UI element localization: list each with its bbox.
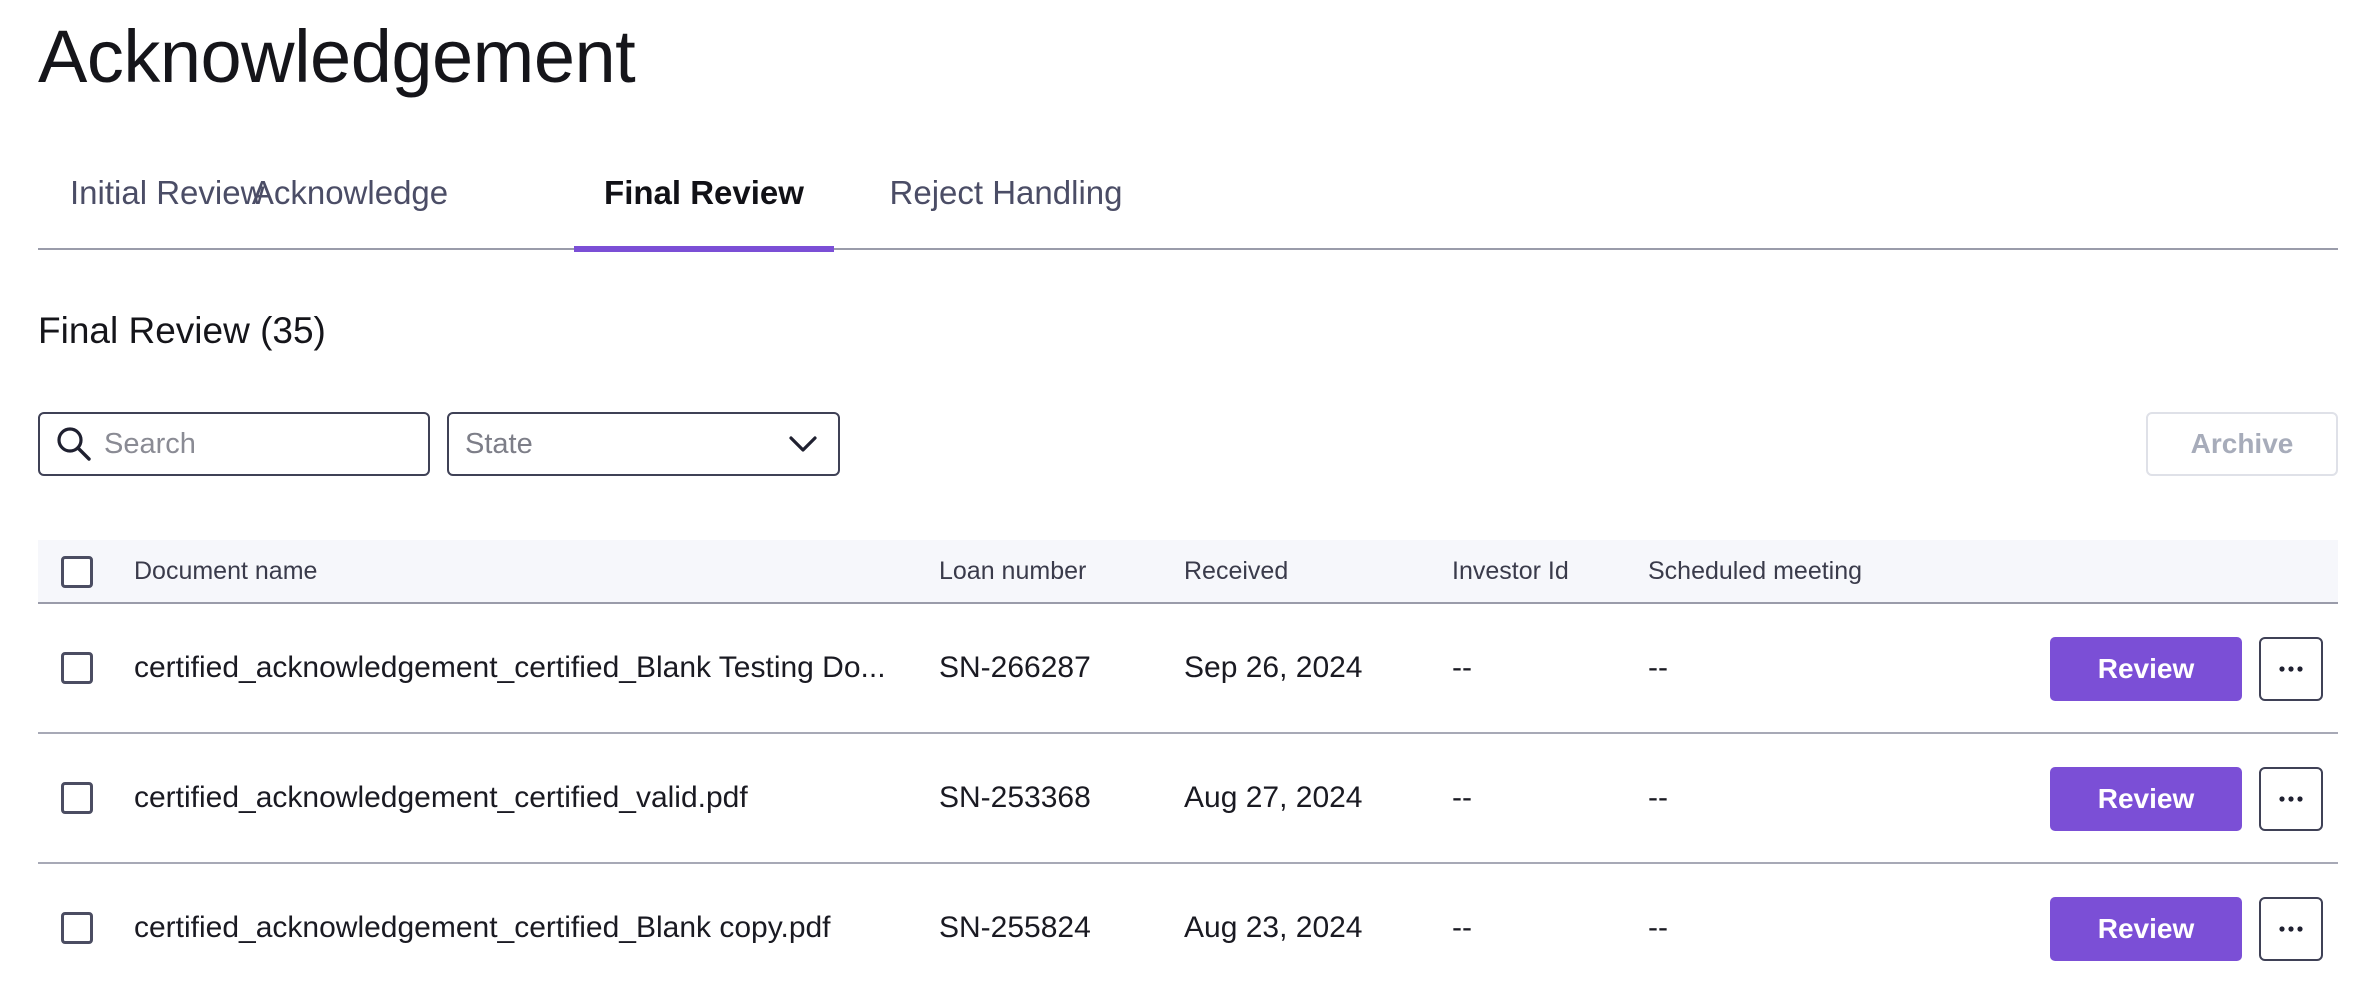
chevron-down-icon	[789, 436, 817, 452]
archive-button[interactable]: Archive	[2146, 412, 2338, 476]
loan-number-cell: SN-255824	[939, 911, 1091, 944]
state-dropdown-label: State	[465, 427, 533, 460]
search-icon	[57, 427, 91, 461]
scheduled-meeting-cell: --	[1648, 651, 1668, 684]
received-cell: Aug 23, 2024	[1184, 911, 1363, 944]
search-input[interactable]	[102, 426, 406, 462]
column-header-scheduled-meeting[interactable]: Scheduled meeting	[1648, 540, 1862, 602]
document-name-cell[interactable]: certified_acknowledgement_certified_vali…	[134, 734, 902, 862]
documents-table: Document name Loan number Received Inves…	[38, 540, 2338, 988]
review-button[interactable]: Review	[2050, 767, 2242, 831]
tab-bar: Initial Review Acknowledge Final Review …	[38, 150, 2338, 252]
scheduled-meeting-cell: --	[1648, 781, 1668, 814]
section-title: Final Review (35)	[38, 310, 326, 351]
review-button[interactable]: Review	[2050, 637, 2242, 701]
table-row: certified_acknowledgement_certified_Blan…	[38, 604, 2338, 734]
column-header-investor-id[interactable]: Investor Id	[1452, 540, 1569, 602]
review-button[interactable]: Review	[2050, 897, 2242, 961]
tab-initial-review[interactable]: Initial Review	[38, 150, 264, 250]
row-checkbox[interactable]	[61, 912, 93, 944]
investor-id-cell: --	[1452, 911, 1472, 944]
select-all-checkbox[interactable]	[61, 556, 93, 588]
more-horizontal-icon	[2279, 796, 2303, 802]
column-header-document-name[interactable]: Document name	[134, 540, 317, 602]
table-header: Document name Loan number Received Inves…	[38, 540, 2338, 604]
document-name-cell[interactable]: certified_acknowledgement_certified_Blan…	[134, 604, 902, 732]
column-header-received[interactable]: Received	[1184, 540, 1288, 602]
row-checkbox[interactable]	[61, 782, 93, 814]
more-horizontal-icon	[2279, 666, 2303, 672]
tab-reject-handling[interactable]: Reject Handling	[856, 150, 1156, 250]
state-dropdown[interactable]: State	[447, 412, 840, 476]
investor-id-cell: --	[1452, 651, 1472, 684]
row-menu-button[interactable]	[2259, 767, 2323, 831]
received-cell: Sep 26, 2024	[1184, 651, 1363, 684]
table-row: certified_acknowledgement_certified_Blan…	[38, 864, 2338, 988]
document-name-cell[interactable]: certified_acknowledgement_certified_Blan…	[134, 864, 902, 988]
column-header-loan-number[interactable]: Loan number	[939, 540, 1086, 602]
tab-acknowledge[interactable]: Acknowledge	[222, 150, 478, 250]
investor-id-cell: --	[1452, 781, 1472, 814]
row-checkbox[interactable]	[61, 652, 93, 684]
row-menu-button[interactable]	[2259, 897, 2323, 961]
table-row: certified_acknowledgement_certified_vali…	[38, 734, 2338, 864]
page-title: Acknowledgement	[38, 15, 636, 98]
loan-number-cell: SN-253368	[939, 781, 1091, 814]
received-cell: Aug 27, 2024	[1184, 781, 1363, 814]
loan-number-cell: SN-266287	[939, 651, 1091, 684]
more-horizontal-icon	[2279, 926, 2303, 932]
page: Acknowledgement Initial Review Acknowled…	[0, 0, 2358, 988]
row-menu-button[interactable]	[2259, 637, 2323, 701]
search-box[interactable]	[38, 412, 430, 476]
scheduled-meeting-cell: --	[1648, 911, 1668, 944]
tab-final-review[interactable]: Final Review	[574, 150, 834, 252]
